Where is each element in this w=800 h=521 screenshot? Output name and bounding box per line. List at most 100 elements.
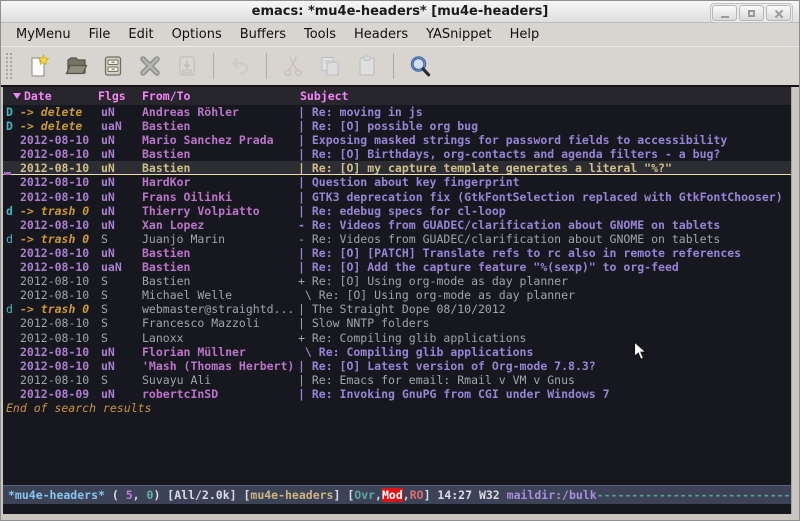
minimize-icon	[721, 16, 729, 18]
date-cell: -> delete	[20, 119, 82, 133]
flags-cell: S	[101, 232, 108, 246]
subject-cell: | Re: [O] possible org bug	[298, 119, 791, 133]
flags-cell: S	[101, 274, 108, 288]
window-border-bottom	[1, 514, 799, 520]
flags-cell: uN	[101, 190, 115, 204]
close-buffer-icon[interactable]	[137, 53, 163, 79]
menu-headers[interactable]: Headers	[345, 24, 417, 45]
flags-cell: uN	[101, 133, 115, 147]
menu-help[interactable]: Help	[501, 24, 549, 45]
message-row[interactable]: 2012-08-10 S Lanoxx + Re: Compiling glib…	[3, 331, 791, 345]
scrollbar[interactable]	[791, 87, 799, 520]
emacs-window: emacs: *mu4e-headers* [mu4e-headers] MyM…	[0, 0, 800, 521]
toolbar	[1, 46, 799, 85]
message-row[interactable]: 2012-08-10 uN Bastien | Re: [O] [PATCH] …	[3, 246, 791, 260]
message-row[interactable]: 2012-08-10 uN 'Mash (Thomas Herbert) | R…	[3, 359, 791, 373]
from-cell: Bastien	[142, 161, 296, 175]
minimize-button[interactable]	[712, 5, 737, 21]
menubar: MyMenuFileEditOptionsBuffersToolsHeaders…	[1, 23, 799, 46]
date-cell: 2012-08-09	[20, 387, 89, 401]
flags-cell: uN	[101, 161, 115, 175]
message-row[interactable]: 2012-08-10 uN Frans Oilinki | GTK3 depre…	[3, 190, 791, 204]
from-cell: Bastien	[142, 147, 296, 161]
message-row[interactable]: 2012-08-10 S Francesco Mazzoli | Slow NN…	[3, 316, 791, 330]
new-file-icon[interactable]	[26, 53, 52, 79]
flags-cell: S	[101, 331, 108, 345]
menu-yasnippet[interactable]: YASnippet	[417, 24, 501, 45]
message-row[interactable]: 2012-08-10 uN Bastien | Re: [O] my captu…	[3, 161, 791, 175]
from-cell: HardKor	[142, 175, 296, 189]
modeline-segment-dashes: --------------------------------	[597, 488, 791, 502]
message-row[interactable]: d -> trash 0 S Juanjo Marin - Re: Videos…	[3, 232, 791, 246]
subject-cell: | Re: [O] my capture template generates …	[298, 161, 791, 175]
date-cell: 2012-08-10	[20, 316, 89, 330]
message-row[interactable]: 2012-08-10 uN Bastien | Re: [O] Birthday…	[3, 147, 791, 161]
message-row[interactable]: 2012-08-10 S Michael Welle \ Re: [O] Usi…	[3, 288, 791, 302]
subject-cell: | Re: moving in js	[298, 105, 791, 119]
mark-cell: d	[6, 302, 13, 316]
subject-cell: + Re: Compiling glib applications	[298, 331, 791, 345]
from-cell: Bastien	[142, 274, 296, 288]
message-row[interactable]: d -> trash 0 uN Thierry Volpiatto | Re: …	[3, 204, 791, 218]
mark-cell: D	[6, 119, 13, 133]
menu-options[interactable]: Options	[163, 24, 231, 45]
date-cell: 2012-08-10	[20, 345, 89, 359]
flags-cell: uN	[101, 246, 115, 260]
message-row[interactable]: 2012-08-10 uaN Bastien | Re: [O] Add the…	[3, 260, 791, 274]
flags-cell: S	[101, 373, 108, 387]
message-row[interactable]: 2012-08-10 uN HardKor | Question about k…	[3, 175, 791, 189]
message-row[interactable]: 2012-08-10 S Suvayu Ali | Re: Emacs for …	[3, 373, 791, 387]
flags-cell: S	[101, 288, 108, 302]
modeline-segment-plain: ,	[133, 488, 147, 502]
flags-cell: S	[101, 302, 108, 316]
menu-buffers[interactable]: Buffers	[231, 24, 295, 45]
cut-icon	[280, 53, 306, 79]
end-of-results: End of search results	[3, 401, 791, 415]
date-cell: 2012-08-10	[20, 288, 89, 302]
column-header-subject[interactable]: Subject	[300, 87, 348, 105]
subject-cell: | Question about key fingerprint	[298, 175, 791, 189]
flags-cell: uN	[101, 147, 115, 161]
flags-cell: uN	[101, 345, 115, 359]
column-header-from[interactable]: From/To	[142, 87, 190, 105]
date-cell: 2012-08-10	[20, 147, 89, 161]
message-row[interactable]: 2012-08-10 uN Xan Lopez - Re: Videos fro…	[3, 218, 791, 232]
flags-cell: uN	[101, 218, 115, 232]
toolbar-grip-handle[interactable]	[5, 52, 13, 80]
menu-edit[interactable]: Edit	[119, 24, 162, 45]
from-cell: Florian Müllner	[142, 345, 296, 359]
message-row[interactable]: D -> delete uN Andreas Röhler | Re: movi…	[3, 105, 791, 119]
message-row[interactable]: 2012-08-09 uN robertcInSD | Re: Invoking…	[3, 387, 791, 401]
search-icon[interactable]	[407, 53, 433, 79]
from-cell: Suvayu Ali	[142, 373, 296, 387]
echo-area[interactable]	[3, 504, 791, 514]
mark-cell: d	[6, 204, 13, 218]
date-cell: 2012-08-10	[20, 274, 89, 288]
modeline-segment-mod: Mod	[382, 488, 403, 502]
menu-tools[interactable]: Tools	[295, 24, 345, 45]
column-header-date[interactable]: Date	[24, 87, 52, 105]
flags-cell: uN	[101, 387, 115, 401]
menu-mymenu[interactable]: MyMenu	[7, 24, 80, 45]
message-row[interactable]: 2012-08-10 uN Florian Müllner \ Re: Comp…	[3, 345, 791, 359]
menu-file[interactable]: File	[80, 24, 120, 45]
subject-cell: | Re: Invoking GnuPG from CGI under Wind…	[298, 387, 791, 401]
titlebar[interactable]: emacs: *mu4e-headers* [mu4e-headers]	[1, 1, 799, 23]
close-button[interactable]	[766, 5, 791, 21]
save-icon[interactable]	[100, 53, 126, 79]
subject-cell: \ Re: Compiling glib applications	[298, 345, 791, 359]
maximize-button[interactable]	[739, 5, 764, 21]
subject-cell: - Re: Videos from GUADEC/clarification a…	[298, 218, 791, 232]
message-row[interactable]: d -> trash 0 S webmaster@straightd... | …	[3, 302, 791, 316]
date-cell: 2012-08-10	[20, 373, 89, 387]
message-row[interactable]: 2012-08-10 uN Mario Sanchez Prada | Expo…	[3, 133, 791, 147]
date-cell: 2012-08-10	[20, 218, 89, 232]
modeline-segment-plain: ] 14:27 W32	[424, 488, 507, 502]
subject-cell: | Slow NNTP folders	[298, 316, 791, 330]
open-folder-icon[interactable]	[63, 53, 89, 79]
message-row[interactable]: D -> delete uaN Bastien | Re: [O] possib…	[3, 119, 791, 133]
message-row[interactable]: 2012-08-10 S Bastien + Re: [O] Using org…	[3, 274, 791, 288]
flags-cell: S	[101, 316, 108, 330]
column-header-flags[interactable]: Flgs	[98, 87, 126, 105]
modeline-segment-maildir: maildir:/bulk	[507, 488, 597, 502]
